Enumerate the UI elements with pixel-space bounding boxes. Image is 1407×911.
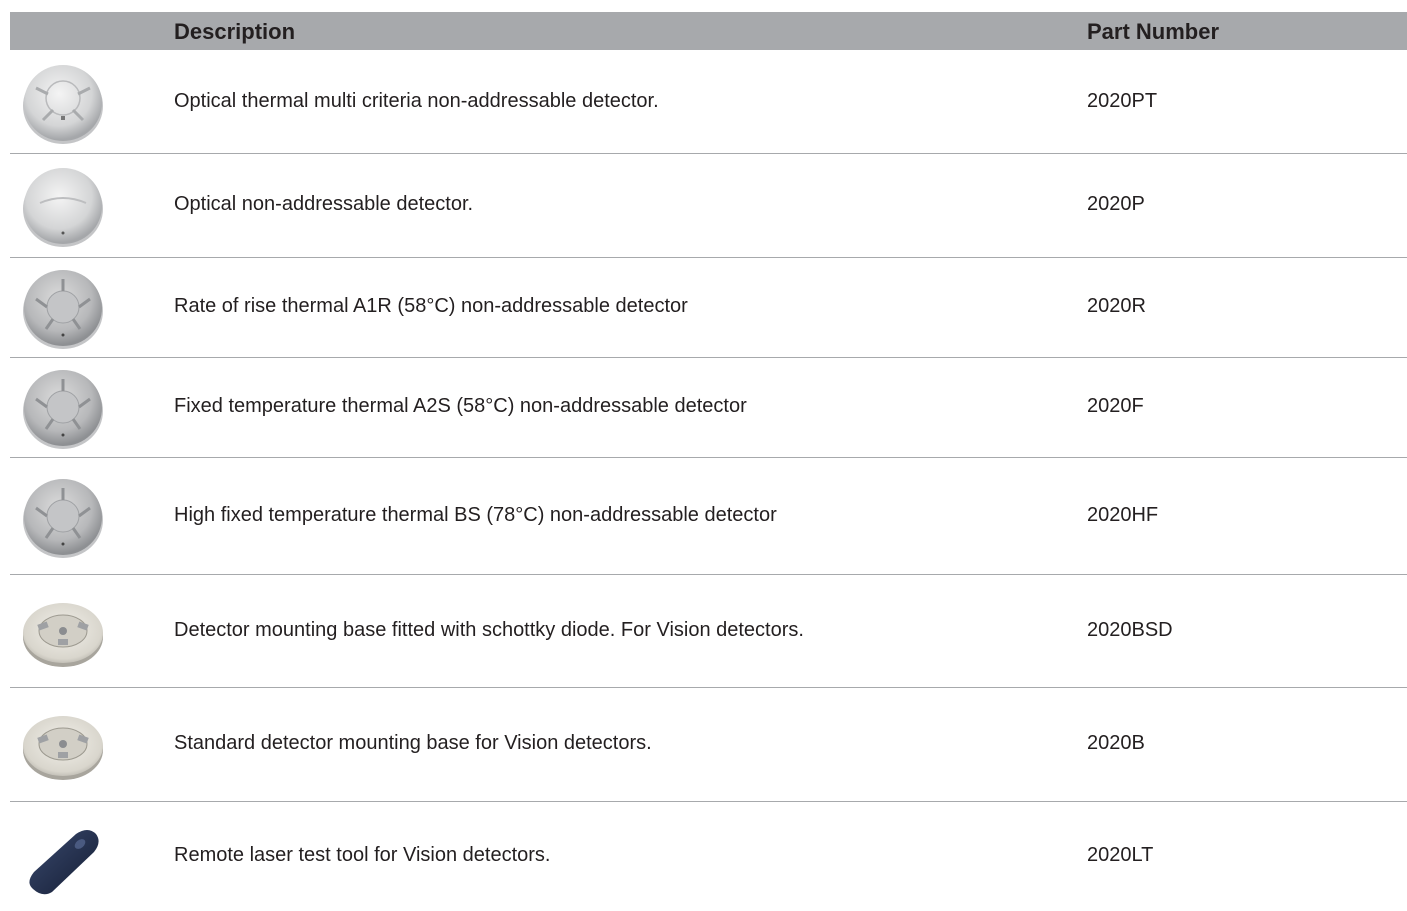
table-row: Detector mounting base fitted with schot… — [10, 575, 1407, 688]
row-part-number: 2020PT — [1087, 90, 1158, 112]
table-row: High fixed temperature thermal BS (78°C)… — [10, 458, 1407, 575]
table-row: Fixed temperature thermal A2S (58°C) non… — [10, 358, 1407, 458]
detector-heat-image — [18, 472, 108, 562]
row-part-number: 2020F — [1087, 395, 1144, 417]
column-header-description: Description — [174, 19, 296, 44]
row-description: Optical non-addressable detector. — [174, 193, 474, 215]
table-row: Remote laser test tool for Vision detect… — [10, 802, 1407, 911]
mounting-base-image — [18, 700, 108, 790]
laser-test-tool-image — [18, 812, 108, 902]
table-row: Optical thermal multi criteria non-addre… — [10, 51, 1407, 154]
row-part-number: 2020P — [1087, 193, 1145, 215]
row-part-number: 2020B — [1087, 732, 1145, 754]
row-description: Optical thermal multi criteria non-addre… — [174, 90, 659, 112]
row-part-number: 2020BSD — [1087, 619, 1173, 641]
row-description: Rate of rise thermal A1R (58°C) non-addr… — [174, 295, 688, 317]
row-part-number: 2020HF — [1087, 504, 1159, 526]
detector-heat-image — [18, 263, 108, 353]
table-row: Standard detector mounting base for Visi… — [10, 688, 1407, 802]
detector-optical-thermal-image — [18, 58, 108, 148]
row-description: Standard detector mounting base for Visi… — [174, 732, 652, 754]
row-description: High fixed temperature thermal BS (78°C)… — [174, 504, 777, 526]
row-description: Detector mounting base fitted with schot… — [174, 619, 804, 641]
table-row: Optical non-addressable detector. 2020P — [10, 154, 1407, 258]
table-row: Rate of rise thermal A1R (58°C) non-addr… — [10, 258, 1407, 358]
mounting-base-image — [18, 587, 108, 677]
detector-optical-image — [18, 161, 108, 251]
row-part-number: 2020LT — [1087, 844, 1154, 866]
detector-heat-image — [18, 363, 108, 453]
row-part-number: 2020R — [1087, 295, 1146, 317]
row-description: Remote laser test tool for Vision detect… — [174, 844, 551, 866]
row-description: Fixed temperature thermal A2S (58°C) non… — [174, 395, 747, 417]
table-header: Description Part Number — [10, 12, 1407, 50]
column-header-part-number: Part Number — [1087, 19, 1220, 44]
